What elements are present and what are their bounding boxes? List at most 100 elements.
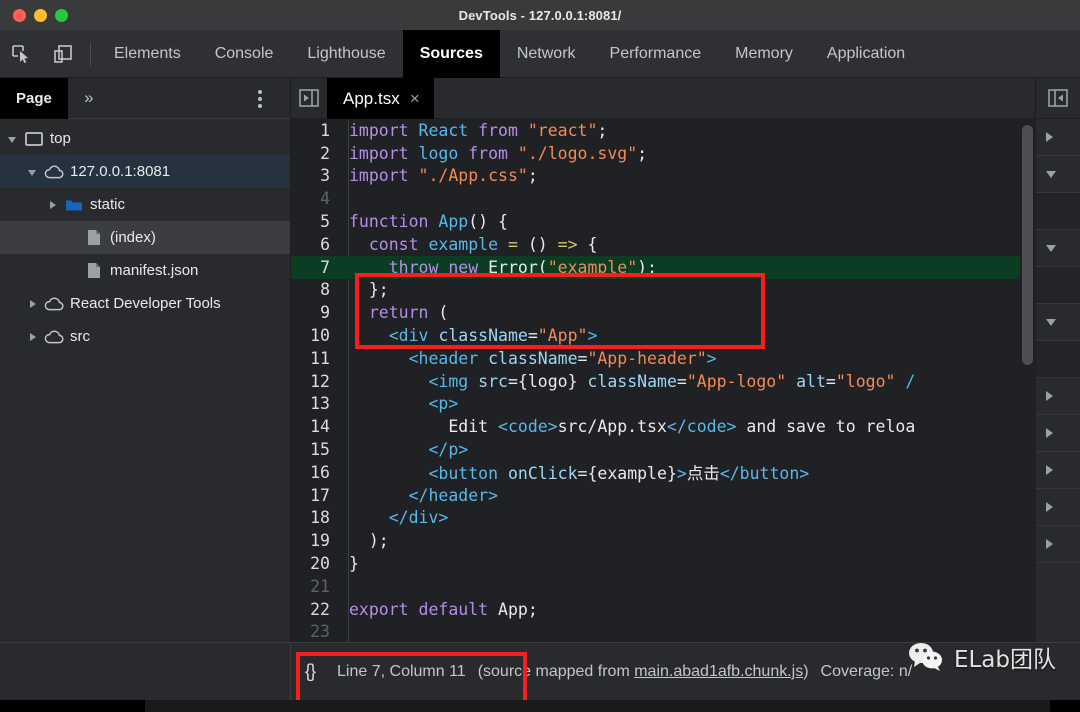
- line-number[interactable]: 19: [291, 531, 339, 550]
- line-number[interactable]: 20: [291, 554, 339, 573]
- chevron-down-icon[interactable]: [6, 132, 20, 146]
- tab-performance[interactable]: Performance: [593, 30, 719, 78]
- code-line[interactable]: 16 <button onClick={example}>点击</button>: [291, 461, 1035, 484]
- code-line[interactable]: 13 <p>: [291, 393, 1035, 416]
- tree-item-127-0-0-1-8081[interactable]: 127.0.0.1:8081: [0, 155, 290, 188]
- code-line[interactable]: 5 function App() {: [291, 210, 1035, 233]
- tree-item-manifest-json[interactable]: manifest.json: [0, 254, 290, 287]
- debugger-section-header[interactable]: [1036, 156, 1080, 193]
- line-number[interactable]: 15: [291, 440, 339, 459]
- chevron-right-icon[interactable]: [46, 198, 60, 212]
- line-number[interactable]: 22: [291, 600, 339, 619]
- code-line[interactable]: 12 <img src={logo} className="App-logo" …: [291, 370, 1035, 393]
- line-number[interactable]: 10: [291, 326, 339, 345]
- line-number[interactable]: 16: [291, 463, 339, 482]
- chevron-down-icon[interactable]: [1046, 319, 1056, 326]
- code-editor[interactable]: 1 import React from "react"; 2 import logo …: [291, 119, 1035, 642]
- chevron-right-icon[interactable]: [1046, 428, 1053, 438]
- code-line[interactable]: 15 </p>: [291, 438, 1035, 461]
- line-number[interactable]: 18: [291, 508, 339, 527]
- line-number[interactable]: 6: [291, 235, 339, 254]
- navigator-more-tabs-icon[interactable]: »: [68, 78, 110, 119]
- chevron-right-icon[interactable]: [1046, 465, 1053, 475]
- navigator-tab-page[interactable]: Page: [0, 77, 68, 119]
- code-line[interactable]: 3 import "./App.css";: [291, 165, 1035, 188]
- tab-lighthouse[interactable]: Lighthouse: [290, 30, 402, 78]
- navigator-options-icon[interactable]: [250, 78, 270, 119]
- line-number[interactable]: 3: [291, 166, 339, 185]
- code-line[interactable]: 23: [291, 621, 1035, 642]
- line-number[interactable]: 17: [291, 486, 339, 505]
- line-number[interactable]: 7: [291, 258, 339, 277]
- line-number[interactable]: 14: [291, 417, 339, 436]
- tab-sources[interactable]: Sources: [402, 30, 500, 78]
- tree-item-top[interactable]: top: [0, 122, 290, 155]
- code-line[interactable]: 18 </div>: [291, 507, 1035, 530]
- code-line[interactable]: 17 </header>: [291, 484, 1035, 507]
- code-line[interactable]: 9 return (: [291, 301, 1035, 324]
- line-number[interactable]: 4: [291, 189, 339, 208]
- code-line[interactable]: 14 Edit <code>src/App.tsx</code> and sav…: [291, 415, 1035, 438]
- line-number[interactable]: 9: [291, 303, 339, 322]
- chevron-right-icon[interactable]: [1046, 391, 1053, 401]
- tab-application[interactable]: Application: [810, 30, 909, 78]
- chevron-down-icon[interactable]: [1046, 171, 1056, 178]
- code-line[interactable]: 2 import logo from "./logo.svg";: [291, 142, 1035, 165]
- debugger-section-header[interactable]: [1036, 452, 1080, 489]
- code-line[interactable]: 22 export default App;: [291, 598, 1035, 621]
- tree-item-react-developer-tools[interactable]: React Developer Tools: [0, 287, 290, 320]
- debugger-section-header[interactable]: [1036, 526, 1080, 563]
- code-line[interactable]: 8 };: [291, 279, 1035, 302]
- line-number[interactable]: 5: [291, 212, 339, 231]
- tree-item-static[interactable]: static: [0, 188, 290, 221]
- inspect-element-icon[interactable]: [0, 30, 42, 78]
- line-number[interactable]: 1: [291, 121, 339, 140]
- tree-item-index[interactable]: (index): [0, 221, 290, 254]
- debugger-section-header[interactable]: [1036, 489, 1080, 526]
- editor-file-tab[interactable]: App.tsx ×: [327, 78, 434, 119]
- tab-network[interactable]: Network: [500, 30, 593, 78]
- code-line[interactable]: 6 const example = () => {: [291, 233, 1035, 256]
- line-column-indicator[interactable]: Line 7, Column 11: [337, 663, 466, 681]
- tab-console[interactable]: Console: [198, 30, 291, 78]
- code-line[interactable]: 11 <header className="App-header">: [291, 347, 1035, 370]
- chevron-right-icon[interactable]: [26, 330, 40, 344]
- source-map-link[interactable]: main.abad1afb.chunk.js: [634, 663, 803, 680]
- code-scrollbar-thumb[interactable]: [1022, 125, 1033, 365]
- close-icon[interactable]: ×: [410, 90, 420, 107]
- chevron-right-icon[interactable]: [1046, 539, 1053, 549]
- chevron-right-icon[interactable]: [26, 297, 40, 311]
- line-number[interactable]: 12: [291, 372, 339, 391]
- device-toolbar-icon[interactable]: [42, 30, 84, 78]
- code-line[interactable]: 20}: [291, 552, 1035, 575]
- tab-elements[interactable]: Elements: [97, 30, 198, 78]
- code-line[interactable]: 21: [291, 575, 1035, 598]
- code-line[interactable]: 19 );: [291, 529, 1035, 552]
- debugger-section-header[interactable]: [1036, 119, 1080, 156]
- line-number[interactable]: 23: [291, 622, 339, 641]
- tab-memory[interactable]: Memory: [718, 30, 810, 78]
- code-scrollbar[interactable]: [1020, 119, 1035, 642]
- debugger-section-header[interactable]: [1036, 230, 1080, 267]
- debugger-section-header[interactable]: [1036, 415, 1080, 452]
- show-debugger-icon[interactable]: [1036, 78, 1080, 119]
- chevron-right-icon[interactable]: [1046, 132, 1053, 142]
- show-navigator-icon[interactable]: [291, 78, 327, 118]
- line-number[interactable]: 13: [291, 394, 339, 413]
- code-line[interactable]: 10 <div className="App">: [291, 324, 1035, 347]
- debugger-section-header[interactable]: [1036, 378, 1080, 415]
- code-line[interactable]: 1 import React from "react";: [291, 119, 1035, 142]
- code-line[interactable]: 4: [291, 187, 1035, 210]
- line-number[interactable]: 11: [291, 349, 339, 368]
- code-line[interactable]: 7 throw new Error("example");: [291, 255, 1035, 279]
- pretty-print-icon[interactable]: {}: [305, 661, 316, 682]
- line-number[interactable]: 21: [291, 577, 339, 596]
- chevron-right-icon[interactable]: [1046, 502, 1053, 512]
- tree-item-src[interactable]: src: [0, 320, 290, 353]
- line-number[interactable]: 2: [291, 144, 339, 163]
- code-line-text: };: [339, 280, 389, 299]
- line-number[interactable]: 8: [291, 280, 339, 299]
- debugger-section-header[interactable]: [1036, 304, 1080, 341]
- chevron-down-icon[interactable]: [26, 165, 40, 179]
- chevron-down-icon[interactable]: [1046, 245, 1056, 252]
